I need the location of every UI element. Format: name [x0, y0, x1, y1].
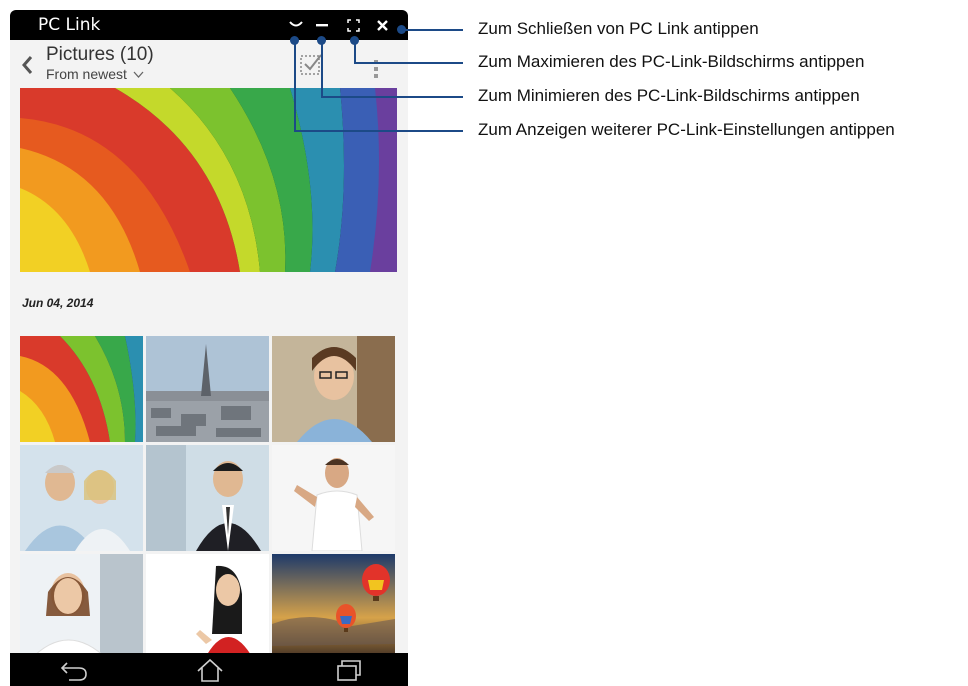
overflow-menu-button[interactable] [368, 50, 384, 80]
callout-settings-label: Zum Anzeigen weiterer PC-Link-Einstellun… [478, 120, 895, 139]
date-header: Jun 04, 2014 [22, 296, 94, 310]
sort-label: From newest [46, 66, 127, 82]
thumbnail-man-white-shirt[interactable] [272, 445, 395, 551]
nav-back-button[interactable] [50, 653, 98, 686]
album-title: Pictures (10) [46, 44, 154, 65]
nav-home-button[interactable] [186, 653, 234, 686]
gallery-header: Pictures (10) From newest [10, 40, 408, 94]
callout-minimize-label: Zum Minimieren des PC-Link-Bildschirms a… [478, 86, 860, 105]
minus-icon [316, 24, 328, 27]
window-title: PC Link [38, 15, 101, 35]
android-navbar [10, 653, 408, 686]
select-items-button[interactable] [299, 52, 323, 76]
close-icon [376, 19, 388, 31]
close-button[interactable] [370, 10, 394, 40]
callout-close-label: Zum Schließen von PC Link antippen [478, 19, 759, 38]
chevron-left-icon [22, 56, 33, 74]
home-icon [197, 658, 223, 682]
thumbnail-woman-red-dress[interactable] [146, 554, 269, 660]
callout-maximize-label: Zum Maximieren des PC-Link-Bildschirms a… [478, 52, 865, 71]
chevron-down-icon [133, 71, 144, 78]
thumbnail-hot-air-balloons[interactable] [272, 554, 395, 660]
back-arrow-icon [60, 661, 87, 681]
expand-icon [346, 18, 360, 32]
back-button[interactable] [16, 50, 38, 80]
nav-recent-apps-button[interactable] [325, 653, 373, 686]
thumbnail-colorful-paper[interactable] [20, 336, 143, 442]
chevron-down-icon [289, 21, 303, 27]
thumbnail-smiling-woman[interactable] [20, 554, 143, 660]
thumbnail-woman-glasses[interactable] [272, 336, 395, 442]
featured-image[interactable] [20, 88, 397, 272]
more-vertical-icon [374, 60, 378, 78]
recent-apps-icon [337, 659, 361, 681]
window-titlebar: PC Link [10, 10, 408, 40]
pc-link-window: PC Link Pictures (10) From newest Jun 04… [10, 10, 408, 686]
sort-dropdown[interactable]: From newest [46, 66, 144, 82]
thumbnail-paris-city[interactable] [146, 336, 269, 442]
thumbnail-businessman[interactable] [146, 445, 269, 551]
checkbox-select-icon [300, 54, 322, 75]
thumbnail-elderly-couple[interactable] [20, 445, 143, 551]
